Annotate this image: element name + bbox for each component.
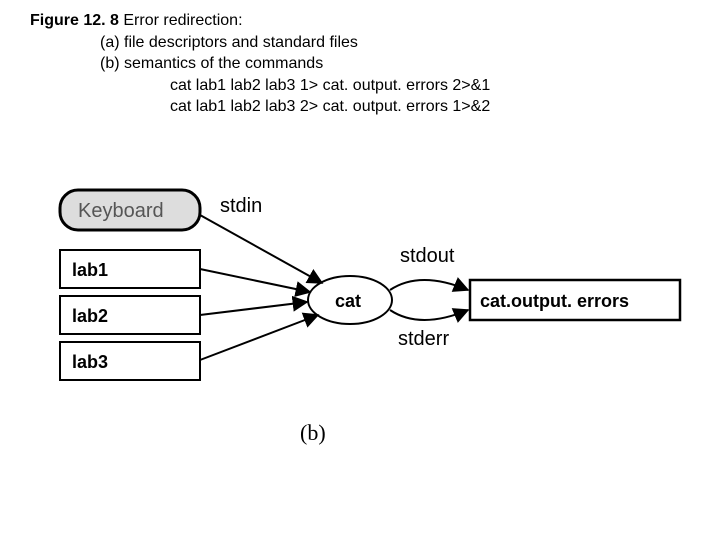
stdin-label: stdin [220, 195, 262, 217]
cat-label: cat [335, 291, 361, 311]
arrow-lab3-to-cat [200, 315, 318, 360]
arrow-lab1-to-cat [200, 269, 310, 292]
arrow-stderr-to-file [390, 310, 468, 320]
lab2-label: lab2 [72, 306, 108, 326]
stderr-label: stderr [398, 328, 449, 350]
stdout-label: stdout [400, 245, 455, 267]
subfigure-label: (b) [300, 420, 326, 445]
diagram-svg: Keyboard lab1 lab2 lab3 cat cat.output. … [0, 0, 720, 540]
arrow-lab2-to-cat [200, 302, 307, 315]
lab3-label: lab3 [72, 352, 108, 372]
lab1-label: lab1 [72, 260, 108, 280]
keyboard-label: Keyboard [78, 200, 164, 222]
output-file-label: cat.output. errors [480, 291, 629, 311]
arrow-stdout-to-file [390, 280, 468, 290]
